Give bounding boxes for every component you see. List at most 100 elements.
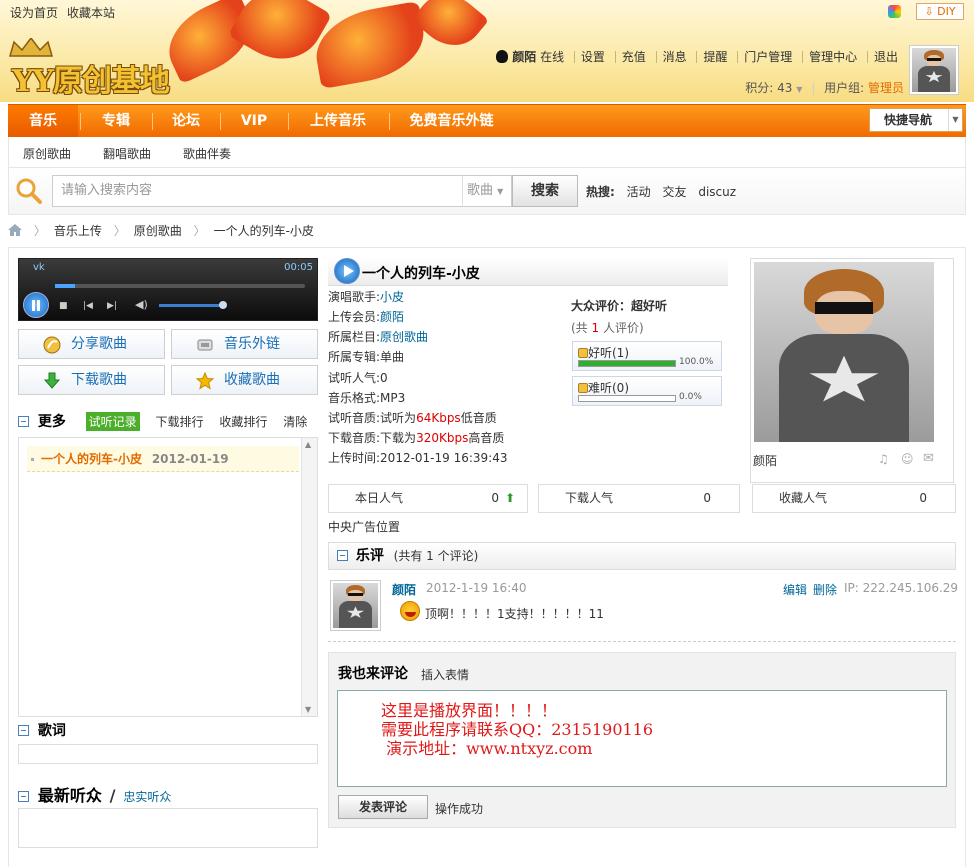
comment-textarea[interactable]: 这里是播放界面！！！！ 需要此程序请联系QQ：2315190116 演示地址：w… xyxy=(337,690,947,787)
subnav-cover[interactable]: 翻唱歌曲 xyxy=(103,145,151,162)
nav-item-forum[interactable]: 论坛 xyxy=(152,105,220,138)
scrollbar[interactable]: ▲ ▼ xyxy=(301,438,317,716)
chevron-down-icon[interactable]: ▼ xyxy=(796,85,802,94)
nav-item-vip[interactable]: VIP xyxy=(220,105,288,138)
loyal-listeners-link[interactable]: 忠实听众 xyxy=(123,790,171,804)
user-link-recharge[interactable]: 充值 xyxy=(614,51,652,63)
avatar[interactable] xyxy=(330,580,381,631)
chevron-up-icon[interactable]: ▲ xyxy=(305,440,311,449)
comment-ip: IP: 222.245.106.29 xyxy=(844,581,959,595)
submit-comment-button[interactable]: 发表评论 xyxy=(338,795,428,819)
seek-bar[interactable] xyxy=(55,284,305,288)
subnav-original[interactable]: 原创歌曲 xyxy=(23,145,71,162)
list-item[interactable]: 一个人的列车-小皮 2012-01-19 xyxy=(27,446,299,472)
nav-item-album[interactable]: 专辑 xyxy=(80,105,152,138)
uploader-photo[interactable] xyxy=(754,262,934,442)
username-link[interactable]: 颜陌 xyxy=(512,50,536,64)
tab-download-rank[interactable]: 下载排行 xyxy=(156,415,204,429)
tab-collect-rank[interactable]: 收藏排行 xyxy=(219,415,267,429)
rate-good-button[interactable]: 好听(1) 100.0% xyxy=(572,341,722,371)
user-link-portal-admin[interactable]: 门户管理 xyxy=(737,51,798,63)
nav-item-upload[interactable]: 上传音乐 xyxy=(288,105,388,138)
user-link-messages[interactable]: 消息 xyxy=(655,51,693,63)
user-bar: 颜陌 在线 设置 充值 消息 提醒 门户管理 管理中心 退出 xyxy=(490,50,904,68)
search-type-select[interactable]: 歌曲 ▼ xyxy=(462,175,512,207)
chevron-down-icon[interactable]: ▼ xyxy=(497,187,503,196)
chevron-right-icon: 〉 xyxy=(33,224,46,238)
volume-handle[interactable] xyxy=(218,301,227,309)
quality-post: 低音质 xyxy=(460,411,497,425)
comment-author[interactable]: 颜陌 xyxy=(392,581,416,598)
clear-button[interactable]: 清除 xyxy=(283,415,307,429)
comment-delete-link[interactable]: 删除 xyxy=(813,581,837,598)
breadcrumb-item[interactable]: 音乐上传 xyxy=(54,224,102,238)
player-time: 00:05 xyxy=(284,262,313,273)
avatar[interactable] xyxy=(909,45,959,95)
nav-item-music[interactable]: 音乐 xyxy=(8,105,78,138)
add-friend-icon[interactable]: ☺ xyxy=(901,452,914,466)
breadcrumb-item[interactable]: 原创歌曲 xyxy=(134,224,182,238)
comment-status: 操作成功 xyxy=(435,802,484,816)
previous-icon[interactable]: |◀ xyxy=(83,301,93,311)
music-link-button[interactable]: 音乐外链 xyxy=(171,329,318,359)
history-tabs: 更多 试听记录 下载排行 收藏排行 清除 xyxy=(18,411,318,431)
more-title[interactable]: 更多 xyxy=(38,414,66,430)
user-link-logout[interactable]: 退出 xyxy=(866,51,904,63)
group-value[interactable]: 管理员 xyxy=(868,81,904,95)
subnav-accompaniment[interactable]: 歌曲伴奏 xyxy=(183,145,231,162)
logo: YY原创基地 xyxy=(8,38,170,99)
column-link[interactable]: 原创歌曲 xyxy=(380,330,428,344)
nav-item-free-link[interactable]: 免费音乐外链 xyxy=(389,105,514,138)
sub-nav: 原创歌曲 翻唱歌曲 歌曲伴奏 xyxy=(8,137,966,167)
user-link-reminders[interactable]: 提醒 xyxy=(696,51,733,63)
uploader-name[interactable]: 颜陌 xyxy=(753,452,777,469)
song-title: 一个人的列车-小皮 xyxy=(362,266,480,282)
crown-icon xyxy=(9,38,53,57)
hot-search-item[interactable]: 交友 xyxy=(662,185,686,199)
home-icon[interactable] xyxy=(8,224,22,236)
rate-bad-button[interactable]: 难听(0) 0.0% xyxy=(572,376,722,406)
tab-history[interactable]: 试听记录 xyxy=(85,412,140,431)
volume-icon[interactable]: ◀) xyxy=(135,298,148,311)
stop-icon[interactable]: ■ xyxy=(59,301,68,311)
color-palette-icon[interactable] xyxy=(888,5,901,18)
user-link-admin-center[interactable]: 管理中心 xyxy=(802,51,863,63)
diy-button[interactable]: ⇩ DIY xyxy=(916,3,964,20)
info-label: 上传时间: xyxy=(328,451,381,465)
user-link-settings[interactable]: 设置 xyxy=(573,51,611,63)
download-song-button[interactable]: 下载歌曲 xyxy=(18,365,165,395)
headphones-icon[interactable]: ♫ xyxy=(878,452,889,466)
volume-slider[interactable] xyxy=(159,301,227,309)
collect-song-button[interactable]: 收藏歌曲 xyxy=(171,365,318,395)
hot-search-item[interactable]: discuz xyxy=(698,185,736,199)
bookmark-link[interactable]: 收藏本站 xyxy=(67,4,115,21)
points-label[interactable]: 积分: 43 xyxy=(745,81,792,95)
set-home-link[interactable]: 设为首页 xyxy=(10,4,58,21)
chevron-down-icon[interactable]: ▼ xyxy=(305,705,311,714)
chevron-down-icon[interactable]: ▼ xyxy=(948,109,962,131)
online-status[interactable]: 在线 xyxy=(540,50,564,64)
collapse-icon[interactable] xyxy=(337,550,348,561)
pause-button[interactable] xyxy=(23,292,49,318)
comment-edit-link[interactable]: 编辑 xyxy=(783,581,807,598)
quick-nav-button[interactable]: 快捷导航 ▼ xyxy=(869,108,963,132)
share-song-button[interactable]: 分享歌曲 xyxy=(18,329,165,359)
download-song-label: 下载歌曲 xyxy=(71,372,127,388)
search-icon xyxy=(16,178,42,204)
hot-search-item[interactable]: 活动 xyxy=(627,185,651,199)
play-icon[interactable] xyxy=(334,258,360,284)
mail-icon[interactable]: ✉ xyxy=(923,451,934,466)
collapse-icon[interactable] xyxy=(18,725,29,736)
lyrics-box xyxy=(18,744,318,764)
singer-link[interactable]: 小皮 xyxy=(380,290,404,304)
next-icon[interactable]: ▶| xyxy=(107,301,117,311)
chevron-right-icon: 〉 xyxy=(113,224,126,238)
rate-good-bar xyxy=(578,360,676,367)
search-button[interactable]: 搜索 xyxy=(512,175,578,207)
collapse-icon[interactable] xyxy=(18,791,29,802)
uploader-link[interactable]: 颜陌 xyxy=(380,310,404,324)
history-title[interactable]: 一个人的列车-小皮 xyxy=(41,452,142,466)
search-input[interactable]: 请输入搜索内容 xyxy=(52,175,462,207)
insert-emoticon-link[interactable]: 插入表情 xyxy=(421,666,469,683)
collapse-icon[interactable] xyxy=(18,416,29,427)
